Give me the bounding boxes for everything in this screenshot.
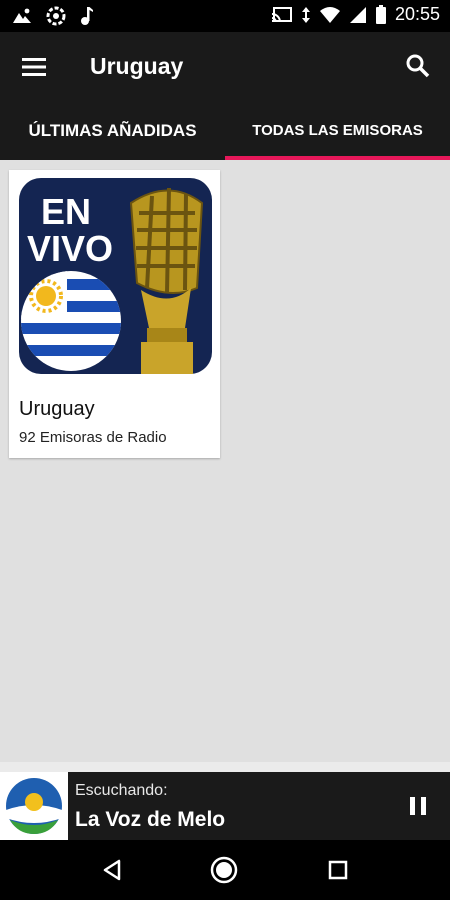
system-nav-bar xyxy=(0,840,450,900)
card-image-text-vivo: VIVO xyxy=(27,228,113,269)
status-right-icons: 20:55 xyxy=(271,4,440,25)
card-subtitle: 92 Emisoras de Radio xyxy=(19,429,167,446)
cast-icon xyxy=(271,6,292,22)
card-title: Uruguay xyxy=(19,398,95,420)
status-time: 20:55 xyxy=(394,4,440,24)
back-icon[interactable] xyxy=(97,854,129,886)
player-divider xyxy=(0,762,450,772)
app-toolbar: Uruguay xyxy=(0,32,450,102)
status-left-icons xyxy=(12,6,94,26)
tab-bar: ÚLTIMAS AÑADIDAS TODAS LAS EMISORAS xyxy=(0,102,450,160)
data-arrows-icon xyxy=(301,6,310,23)
status-bar: 20:55 xyxy=(0,0,450,32)
tab-ultimas-anadidas[interactable]: ÚLTIMAS AÑADIDAS xyxy=(0,102,225,160)
music-note-icon xyxy=(81,7,93,25)
signal-icon xyxy=(349,6,366,23)
pause-icon[interactable] xyxy=(404,792,432,820)
photos-icon xyxy=(13,8,31,23)
radio-en-vivo-image: EN VIVO xyxy=(19,178,212,374)
settings-icon xyxy=(46,6,66,26)
home-icon[interactable] xyxy=(208,854,240,886)
wifi-icon xyxy=(319,6,340,23)
recents-icon[interactable] xyxy=(322,854,354,886)
now-playing-bar[interactable]: Escuchando: La Voz de Melo xyxy=(0,772,450,840)
card-image-text-en: EN xyxy=(41,191,91,232)
station-logo xyxy=(0,772,68,840)
battery-icon xyxy=(375,4,386,24)
player-caption: Escuchando: xyxy=(75,782,168,799)
microphone-icon xyxy=(129,187,204,374)
tab-todas-las-emisoras[interactable]: TODAS LAS EMISORAS xyxy=(225,102,450,160)
hamburger-menu-icon[interactable] xyxy=(18,52,50,82)
tab-selected-indicator xyxy=(225,156,450,160)
page-title: Uruguay xyxy=(90,53,184,79)
search-icon[interactable] xyxy=(404,52,432,80)
player-station-name: La Voz de Melo xyxy=(75,808,226,831)
country-card[interactable]: EN VIVO Uruguay 92 Emisoras de Radio xyxy=(9,170,220,458)
